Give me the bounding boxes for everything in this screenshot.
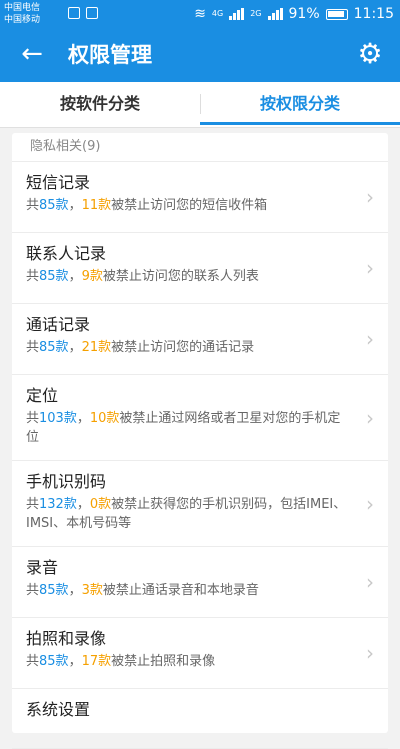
carrier-1: 中国电信: [4, 3, 41, 13]
permission-title: 定位: [26, 386, 59, 405]
chevron-right-icon: ›: [366, 256, 374, 280]
status-right: ≋ 4G 2G 91% 11:15: [194, 6, 394, 22]
wifi-icon: ≋: [194, 6, 206, 22]
settings-gear-icon[interactable]: ⚙: [354, 38, 386, 70]
section-header-privacy: 隐私相关(9): [12, 133, 388, 162]
permission-item-location[interactable]: 定位 共103款，10款被禁止通过网络或者卫星对您的手机定位 ›: [12, 375, 388, 461]
permission-desc: 共85款，9款被禁止访问您的联系人列表: [26, 269, 259, 284]
battery-icon: [325, 8, 348, 20]
permission-desc: 共103款，10款被禁止通过网络或者卫星对您的手机定位: [26, 411, 341, 445]
permission-item-recording[interactable]: 录音 共85款，3款被禁止通话录音和本地录音 ›: [12, 547, 388, 618]
network-2g-label: 2G: [250, 9, 262, 18]
battery-percent: 91%: [288, 6, 320, 22]
permission-title: 手机识别码: [26, 472, 107, 491]
clock: 11:15: [353, 6, 394, 22]
permission-title: 通话记录: [26, 315, 91, 334]
signal-icon: [229, 8, 245, 20]
network-4g-label: 4G: [211, 9, 224, 18]
permission-desc: 共85款，17款被禁止拍照和录像: [26, 654, 216, 669]
page-title: 权限管理: [68, 43, 152, 67]
chevron-right-icon: ›: [366, 405, 374, 430]
status-bar: 中国电信 中国移动 ≋ 4G 2G 91% 11:15: [0, 0, 400, 28]
permission-title: 联系人记录: [26, 244, 107, 263]
image-notification-icon: [68, 7, 80, 19]
permission-list-card: 隐私相关(9) 短信记录 共85款，11款被禁止访问您的短信收件箱 › 联系人记…: [12, 133, 388, 749]
permission-desc: 共132款，0款被禁止获得您的手机识别码，包括IMEI、IMSI、本机号码等: [26, 497, 347, 531]
permission-desc: 共85款，3款被禁止通话录音和本地录音: [26, 583, 259, 598]
permission-title: 短信记录: [26, 173, 91, 192]
chevron-right-icon: ›: [366, 491, 374, 516]
permission-item-camera[interactable]: 拍照和录像 共85款，17款被禁止拍照和录像 ›: [12, 618, 388, 689]
gallery-notification-icon: [86, 7, 98, 19]
chevron-right-icon: ›: [366, 641, 374, 665]
tab-by-app[interactable]: 按软件分类: [0, 82, 200, 127]
permission-item-sms[interactable]: 短信记录 共85款，11款被禁止访问您的短信收件箱 ›: [12, 162, 388, 233]
active-tab-indicator: [200, 122, 400, 125]
chevron-right-icon: ›: [366, 185, 374, 209]
permission-item-contacts[interactable]: 联系人记录 共85款，9款被禁止访问您的联系人列表 ›: [12, 233, 388, 304]
tab-by-permission[interactable]: 按权限分类: [200, 82, 400, 127]
notification-icons: [68, 7, 98, 19]
carrier-info: 中国电信 中国移动: [4, 2, 40, 26]
permission-title: 系统设置: [26, 700, 91, 719]
permission-item-device-id[interactable]: 手机识别码 共132款，0款被禁止获得您的手机识别码，包括IMEI、IMSI、本…: [12, 461, 388, 547]
permission-item-call-log[interactable]: 通话记录 共85款，21款被禁止访问您的通话记录 ›: [12, 304, 388, 375]
chevron-right-icon: ›: [366, 570, 374, 594]
chevron-right-icon: ›: [366, 327, 374, 351]
permission-desc: 共85款，21款被禁止访问您的通话记录: [26, 340, 255, 355]
permission-title: 拍照和录像: [26, 629, 107, 648]
back-arrow-icon[interactable]: ←: [18, 40, 46, 68]
permission-item-system-settings[interactable]: 系统设置: [12, 689, 388, 749]
permission-desc: 共85款，11款被禁止访问您的短信收件箱: [26, 198, 268, 213]
carrier-2: 中国移动: [4, 15, 41, 25]
signal-2-icon: [267, 8, 283, 20]
app-bar: ← 权限管理 ⚙: [0, 28, 400, 82]
permission-title: 录音: [26, 558, 59, 577]
